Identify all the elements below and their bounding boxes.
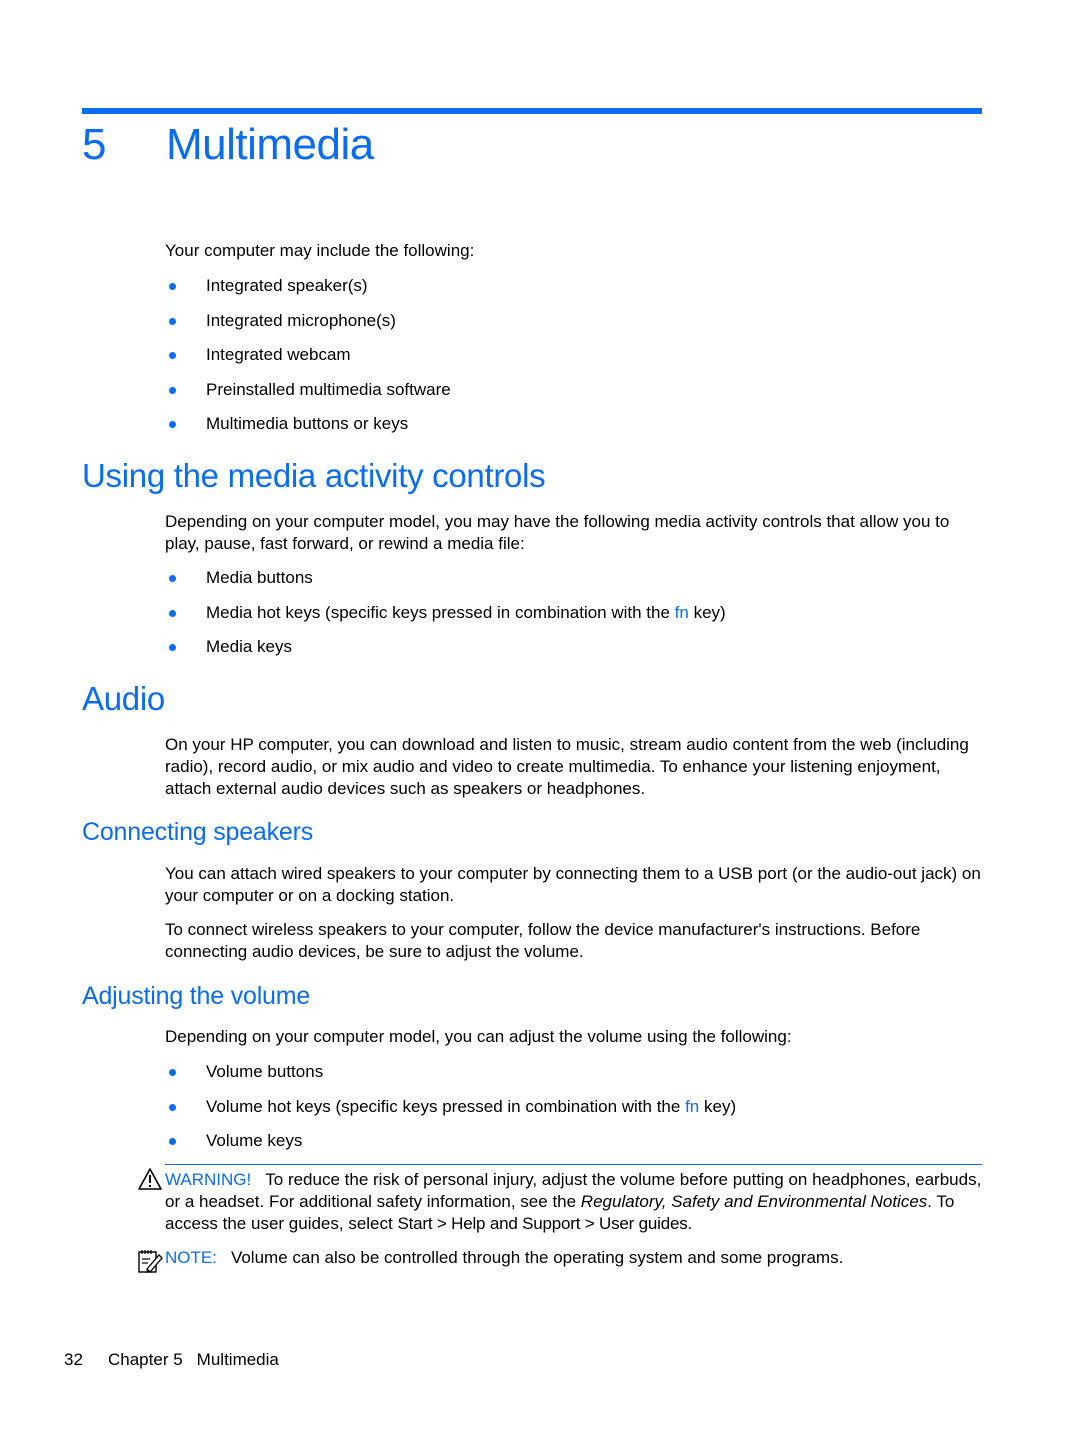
note-pencil-icon xyxy=(138,1250,163,1273)
bullet-icon xyxy=(169,609,176,617)
note-label: NOTE: xyxy=(165,1248,217,1267)
warning-triangle-icon xyxy=(138,1168,162,1190)
media-controls-text: Depending on your computer model, you ma… xyxy=(165,512,950,553)
chapter-title: 5 Multimedia xyxy=(82,120,374,170)
list-item: Multimedia buttons or keys xyxy=(165,413,451,448)
adjusting-volume-text: Depending on your computer model, you ca… xyxy=(165,1027,792,1046)
heading-audio: Audio xyxy=(82,680,165,717)
list-item: Integrated webcam xyxy=(165,344,451,379)
footer-chapter: Chapter 5 xyxy=(108,1350,183,1369)
list-item: Volume keys xyxy=(165,1130,736,1165)
bullet-icon xyxy=(169,386,176,394)
notices-title: Regulatory, Safety and Environmental Not… xyxy=(580,1192,928,1211)
fn-key: fn xyxy=(685,1096,700,1116)
chapter-title-text: Multimedia xyxy=(166,120,374,169)
intro-list: Integrated speaker(s) Integrated microph… xyxy=(165,275,451,448)
heading-adjusting-volume: Adjusting the volume xyxy=(82,982,311,1010)
heading-media-controls: Using the media activity controls xyxy=(82,457,546,494)
list-item: Media keys xyxy=(165,636,726,671)
list-item: Preinstalled multimedia software xyxy=(165,379,451,414)
page-footer: 32 Chapter 5 Multimedia xyxy=(64,1350,279,1370)
note-callout: NOTE: Volume can also be controlled throu… xyxy=(165,1248,844,1267)
bullet-icon xyxy=(169,1103,176,1111)
page-number: 32 xyxy=(64,1350,83,1369)
bullet-icon xyxy=(169,283,176,290)
bullet-icon xyxy=(169,317,176,325)
list-item: Volume buttons xyxy=(165,1061,736,1096)
fn-key: fn xyxy=(674,602,689,622)
bullet-icon xyxy=(169,575,176,582)
adjusting-volume-list: Volume buttons Volume hot keys (specific… xyxy=(165,1061,736,1165)
bullet-icon xyxy=(169,644,176,652)
bullet-icon xyxy=(169,421,176,429)
warning-label: WARNING! xyxy=(165,1170,252,1189)
audio-text: On your HP computer, you can download an… xyxy=(165,735,969,798)
chapter-number: 5 xyxy=(82,120,106,169)
intro-text: Your computer may include the following: xyxy=(165,241,475,260)
list-item: Volume hot keys (specific keys pressed i… xyxy=(165,1096,736,1131)
chapter-rule xyxy=(82,108,982,114)
heading-connecting-speakers: Connecting speakers xyxy=(82,818,314,846)
user-guides-path: Start > Help and Support > User guides xyxy=(397,1214,688,1233)
list-item: Integrated speaker(s) xyxy=(165,275,451,310)
bullet-icon xyxy=(169,352,176,360)
footer-title: Multimedia xyxy=(196,1350,279,1369)
connecting-speakers-para-1: You can attach wired speakers to your co… xyxy=(165,864,981,905)
list-item: Media hot keys (specific keys pressed in… xyxy=(165,602,726,637)
bullet-icon xyxy=(169,1138,176,1146)
bullet-icon xyxy=(169,1069,176,1076)
list-item: Integrated microphone(s) xyxy=(165,310,451,345)
warning-callout: WARNING! To reduce the risk of personal i… xyxy=(165,1170,982,1233)
list-item: Media buttons xyxy=(165,567,726,602)
connecting-speakers-para-2: To connect wireless speakers to your com… xyxy=(165,920,921,961)
media-controls-list: Media buttons Media hot keys (specific k… xyxy=(165,567,726,671)
warning-rule xyxy=(165,1164,982,1165)
